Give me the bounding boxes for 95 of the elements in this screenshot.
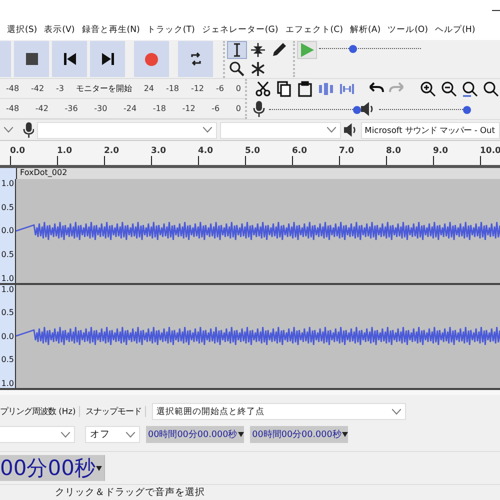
selection-end-field[interactable]: 00時間00分00.000秒: [250, 426, 348, 443]
slider-thumb[interactable]: [348, 44, 357, 52]
scale-label: 1.0: [1, 274, 14, 282]
record-button[interactable]: [134, 41, 169, 77]
ruler-label: 4.0: [198, 146, 214, 156]
scale-label: 0.0: [1, 226, 14, 236]
record-meter[interactable]: -48 -42 -3 モニターを開始 24 -18 -12 -6 0: [0, 79, 245, 99]
envelope-tool-icon[interactable]: [248, 40, 268, 58]
meter-tick: -42: [31, 84, 44, 93]
microphone-icon: [22, 122, 34, 138]
ruler-label: 9.0: [433, 146, 448, 156]
audio-position-display[interactable]: 00分00秒: [0, 455, 106, 481]
speaker-icon: [361, 102, 375, 116]
meter-tick: -12: [182, 104, 196, 113]
meter-tick: -18: [166, 84, 180, 93]
scale-label: 1.0: [1, 379, 14, 388]
scale-label: 0.5: [1, 355, 14, 364]
scale-label: 0.5: [1, 250, 14, 259]
fit-selection-icon[interactable]: [460, 80, 479, 98]
chevron-icon: [61, 432, 70, 438]
scale-label: 0.5: [1, 308, 14, 318]
meter-tick: -6: [216, 84, 224, 93]
scale-label: 0.0: [1, 332, 14, 341]
meter-tick: -24: [124, 104, 137, 113]
caret-icon: [342, 432, 348, 437]
ruler-label: 7.0: [339, 146, 354, 156]
zoom-tool-icon[interactable]: [227, 60, 247, 78]
clip-name[interactable]: FoxDot_002: [17, 168, 68, 179]
ruler-label: 3.0: [151, 146, 166, 156]
meter-tick: -3: [56, 84, 64, 93]
meter-tick: -30: [94, 104, 108, 113]
ruler-label: 8.0: [386, 146, 402, 156]
zoom-in-icon[interactable]: [418, 80, 437, 98]
ruler-label: 1.0: [57, 146, 72, 156]
status-text: クリック＆ドラッグで音声を選択: [55, 486, 205, 499]
caret-icon: [96, 466, 102, 470]
ruler-label: 6.0: [292, 146, 308, 156]
selection-start-field[interactable]: 00時間00分00.000秒: [146, 426, 244, 443]
slider-thumb[interactable]: [463, 106, 471, 114]
cut-icon[interactable]: [253, 80, 272, 98]
menu-item[interactable]: エフェクト(C): [285, 24, 343, 36]
ruler-label: 0.0: [10, 146, 26, 156]
skip-end-button[interactable]: [90, 41, 125, 77]
scale-label: 0.5: [1, 202, 14, 212]
menu-item[interactable]: 解析(A): [350, 24, 381, 36]
device-name: Microsoft サウンド マッパー - Out: [364, 124, 496, 136]
meter-tick: -42: [35, 104, 48, 113]
menu-item[interactable]: ヘルプ(H): [435, 24, 476, 36]
menu-item[interactable]: トラック(T): [146, 24, 195, 36]
menu-item[interactable]: 表示(V): [44, 24, 75, 36]
chevron-icon: [327, 127, 336, 133]
ruler-label: 2.0: [104, 146, 120, 156]
scale-label: 1.0: [1, 179, 14, 188]
stop-button[interactable]: [14, 41, 49, 77]
playback-meter[interactable]: -48 -42 -36 -30 -24 -18 -12 -6 0: [0, 99, 245, 119]
sample-rate-label: プリング周波数 (Hz): [0, 406, 80, 417]
record-icon: [145, 52, 158, 66]
meter-tick: -48: [6, 84, 20, 93]
chevron-icon: [392, 408, 401, 414]
menu-item[interactable]: 選択(S): [7, 24, 38, 36]
meter-tick: -36: [64, 104, 78, 113]
meter-tick: -18: [152, 104, 166, 113]
speaker-icon: [344, 123, 358, 137]
loop-button[interactable]: [178, 41, 213, 77]
meter-tick: -6: [212, 104, 220, 113]
menu-item[interactable]: ジェネレーター(G): [202, 24, 278, 36]
meter-tick: -48: [6, 104, 20, 113]
chevron-icon: [4, 127, 13, 133]
paste-icon[interactable]: [295, 80, 314, 98]
chevron-icon: [126, 432, 135, 438]
loop-icon: [188, 52, 202, 66]
skip-start-icon: [64, 53, 76, 65]
menu-item[interactable]: 録音と再生(N): [82, 24, 140, 36]
chevron-icon: [202, 127, 212, 133]
skip-end-icon: [102, 53, 114, 65]
skip-start-button[interactable]: [52, 41, 87, 77]
caret-icon: [238, 432, 244, 437]
copy-icon[interactable]: [274, 80, 293, 98]
stop-icon: [26, 53, 38, 65]
selection-mode-dropdown[interactable]: 選択範囲の開始点と終了点: [152, 403, 406, 420]
snap-dropdown[interactable]: オフ: [85, 426, 140, 443]
meter-label: モニターを開始: [76, 83, 132, 94]
ruler-label: 5.0: [245, 146, 260, 156]
snap-mode-label: スナップモード: [86, 406, 146, 417]
menu-item[interactable]: ツール(O): [388, 24, 428, 36]
meter-tick: -12: [190, 84, 204, 93]
microphone-icon: [253, 101, 265, 117]
playback-device-dropdown[interactable]: Microsoft サウンド マッパー - Out: [360, 122, 500, 138]
meter-tick: 0: [236, 104, 241, 113]
ibeam-tool-icon[interactable]: [227, 40, 247, 58]
zoom-out-icon[interactable]: [439, 80, 458, 98]
meter-tick: 24: [144, 84, 154, 93]
scale-label: 1.0: [1, 284, 14, 294]
slider-thumb[interactable]: [353, 106, 361, 114]
meter-tick: 0: [236, 84, 241, 93]
